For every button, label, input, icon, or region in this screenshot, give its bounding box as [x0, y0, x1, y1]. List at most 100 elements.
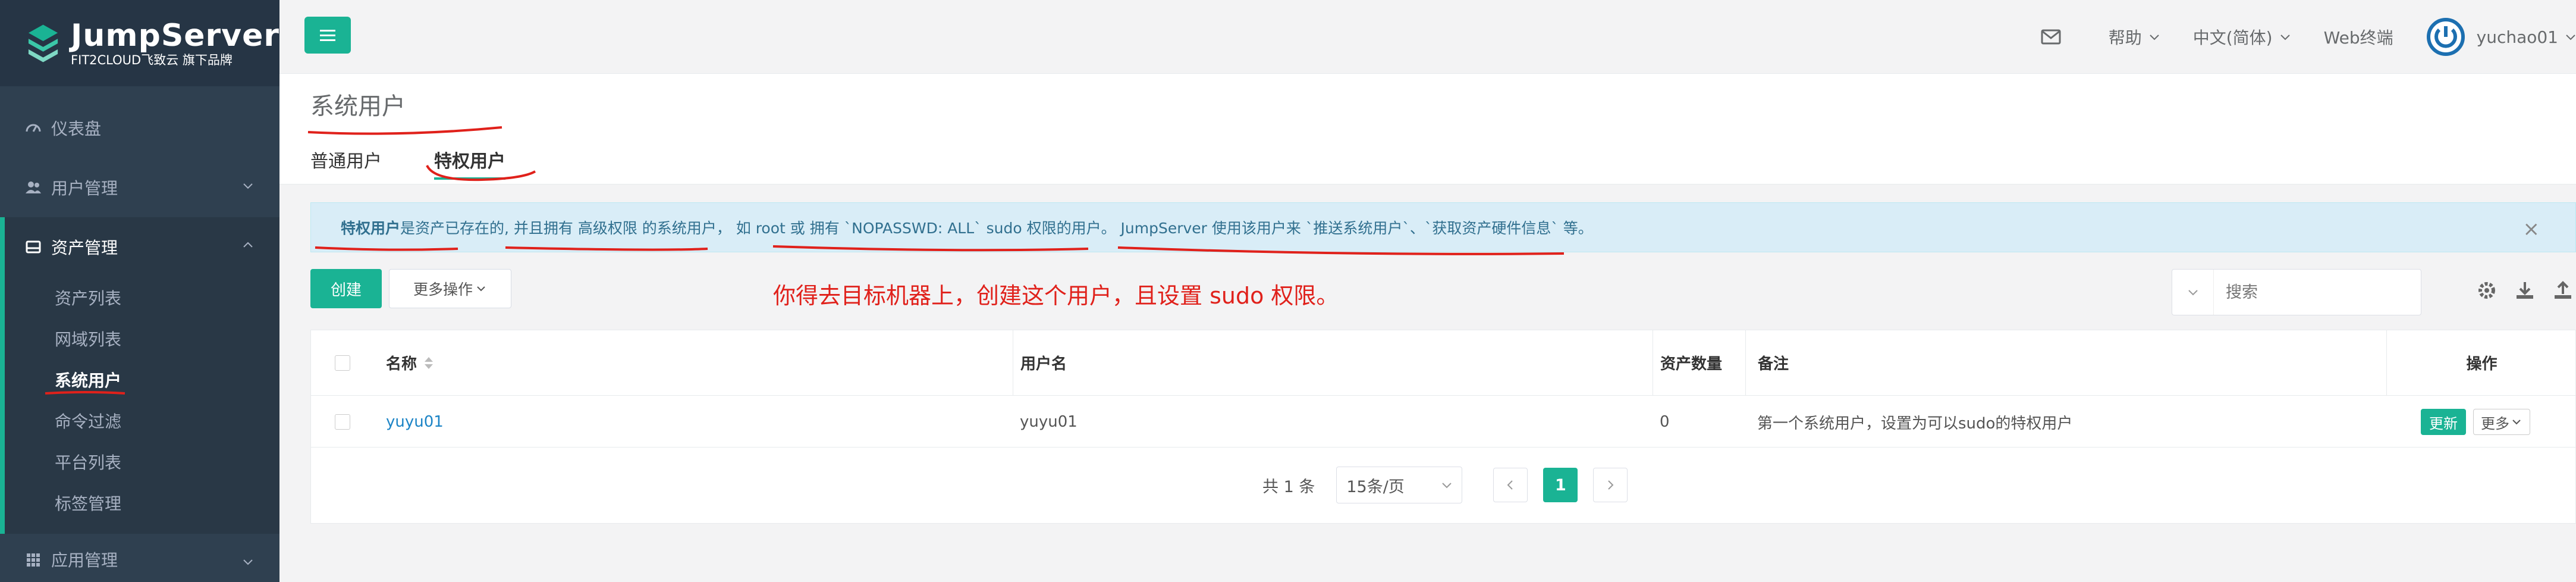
sidebar-item-dashboard[interactable]: 仪表盘	[0, 98, 279, 158]
table-row: yuyu01 yuyu01 0 第一个系统用户，设置为可以sudo的特权用户 更…	[311, 396, 2575, 448]
chevron-down-icon	[2566, 35, 2575, 40]
row-checkbox[interactable]	[335, 414, 350, 430]
total-count: 共 1 条	[1262, 477, 1315, 496]
alert-bold-prefix: 特权用户	[341, 220, 401, 237]
row-asset-count: 0	[1660, 413, 1670, 431]
hamburger-icon	[320, 30, 335, 41]
download-icon	[2517, 282, 2533, 299]
settings-button[interactable]	[2475, 279, 2499, 302]
sidebar-item-apps[interactable]: 应用管理	[0, 534, 279, 582]
avatar	[2426, 18, 2465, 56]
column-header-name[interactable]: 名称	[386, 330, 436, 395]
sidebar-item-label: 仪表盘	[51, 119, 102, 139]
sidebar-item-users[interactable]: 用户管理	[0, 158, 279, 217]
row-checkbox-cell	[335, 396, 350, 448]
chevron-down-icon	[477, 286, 485, 292]
sidebar-item-assets[interactable]: 资产管理	[5, 217, 279, 277]
search-filter-dropdown[interactable]	[2172, 270, 2214, 315]
chevron-right-icon	[1608, 480, 1614, 490]
chevron-down-icon	[2150, 35, 2159, 40]
sidebar-item-command-filter[interactable]: 命令过滤	[5, 400, 279, 441]
row-more-label: 更多	[2481, 415, 2509, 432]
more-actions-dropdown[interactable]: 更多操作	[389, 269, 511, 308]
pagination-controls: 共 1 条 15条/页 1	[1262, 467, 1628, 503]
chevron-up-icon	[243, 242, 253, 248]
sidebar-item-domain-list[interactable]: 网域列表	[5, 318, 279, 359]
sidebar-item-asset-list[interactable]: 资产列表	[5, 277, 279, 318]
alert-text: 是资产已存在的, 并且拥有 高级权限 的系统用户， 如 root 或 拥有 `N…	[400, 220, 1593, 237]
system-users-table: 名称 用户名 资产数量 备注 操作 yuyu01 yuyu01 0 第一个系统用…	[310, 330, 2576, 448]
help-dropdown[interactable]: 帮助	[2109, 25, 2160, 49]
grid-icon	[27, 553, 40, 567]
app-shell: JumpServer FIT2CLOUD飞致云 旗下品牌 仪表盘 用户管理 资产…	[0, 0, 2576, 582]
logo-subtitle: FIT2CLOUD飞致云 旗下品牌	[71, 52, 233, 67]
page-1-button[interactable]: 1	[1543, 468, 1578, 502]
column-header-asset-count: 资产数量	[1653, 330, 1722, 395]
import-button[interactable]	[2551, 279, 2575, 302]
logo-title: JumpServer	[71, 17, 279, 54]
select-all-checkbox-cell	[335, 330, 350, 395]
chevron-down-icon	[2188, 290, 2198, 296]
sort-icon	[425, 356, 433, 369]
users-icon	[26, 182, 41, 193]
table-header-row: 名称 用户名 资产数量 备注 操作	[311, 330, 2575, 396]
row-comment: 第一个系统用户，设置为可以sudo的特权用户	[1757, 414, 2073, 433]
red-underline-annotation	[315, 245, 1565, 255]
logo[interactable]: JumpServer FIT2CLOUD飞致云 旗下品牌	[0, 0, 279, 86]
sidebar-item-label: 应用管理	[51, 550, 118, 570]
prev-page-button[interactable]	[1493, 468, 1528, 502]
column-header-username: 用户名	[1013, 330, 1067, 395]
web-terminal-label: Web终端	[2323, 28, 2393, 48]
top-navbar: 帮助 中文(简体) Web终端 yuchao01	[279, 0, 2576, 74]
sidebar-toggle-button[interactable]	[304, 17, 351, 54]
close-icon[interactable]: ×	[2523, 217, 2540, 241]
sidebar: JumpServer FIT2CLOUD飞致云 旗下品牌 仪表盘 用户管理 资产…	[0, 0, 279, 582]
search-input[interactable]	[2214, 282, 2410, 302]
pagination: 共 1 条 15条/页 1	[310, 448, 2576, 524]
create-button[interactable]: 创建	[310, 269, 382, 308]
sidebar-item-label: 用户管理	[51, 179, 118, 198]
column-header-label: 名称	[386, 355, 417, 373]
chevron-down-icon	[243, 183, 253, 189]
row-name-link[interactable]: yuyu01	[386, 396, 444, 448]
language-dropdown[interactable]: 中文(简体)	[2193, 25, 2291, 49]
page-size-select[interactable]: 15条/页	[1336, 467, 1463, 503]
select-all-checkbox[interactable]	[335, 355, 350, 371]
next-page-button[interactable]	[1593, 468, 1628, 502]
annotation-note: 你得去目标机器上，创建这个用户，且设置 sudo 权限。	[773, 283, 1339, 309]
chevron-left-icon	[1507, 480, 1513, 490]
sidebar-item-label: 资产管理	[51, 238, 118, 258]
table-tools	[2475, 279, 2576, 302]
username: yuchao01	[2476, 27, 2558, 47]
logo-text: JumpServer FIT2CLOUD飞致云 旗下品牌	[71, 19, 279, 68]
chevron-down-icon	[2280, 35, 2290, 40]
more-actions-label: 更多操作	[413, 281, 473, 298]
sidebar-item-system-users[interactable]: 系统用户	[5, 359, 279, 400]
chevron-down-icon	[1442, 483, 1452, 489]
column-header-actions: 操作	[2386, 330, 2576, 395]
toolbar: 创建 更多操作 你得去目标机器上，创建这个用户，且设置 sudo 权限。	[310, 269, 2576, 315]
tab-normal-users[interactable]: 普通用户	[310, 146, 382, 173]
update-button[interactable]: 更新	[2421, 409, 2466, 435]
red-underline-annotation	[45, 391, 125, 395]
help-label: 帮助	[2108, 28, 2142, 48]
chevron-down-icon	[2512, 420, 2521, 425]
row-actions: 更新 更多	[2421, 396, 2530, 448]
dashboard-icon	[26, 124, 41, 132]
gear-icon	[2478, 282, 2495, 299]
sidebar-item-platform-list[interactable]: 平台列表	[5, 441, 279, 482]
assets-submenu: 资产列表 网域列表 系统用户 命令过滤 平台列表 标签管理	[5, 277, 279, 534]
chevron-down-icon	[243, 559, 253, 565]
upload-icon	[2555, 281, 2571, 299]
user-dropdown[interactable]: yuchao01	[2426, 18, 2576, 56]
export-button[interactable]	[2513, 279, 2537, 302]
messages-button[interactable]	[2041, 29, 2061, 45]
sidebar-item-label-management[interactable]: 标签管理	[5, 482, 279, 523]
page-heading: 系统用户 普通用户 特权用户	[279, 74, 2576, 184]
row-more-dropdown[interactable]: 更多	[2473, 409, 2530, 435]
column-header-comment: 备注	[1745, 330, 1789, 395]
top-right-menu: 帮助 中文(简体) Web终端 yuchao01	[2041, 0, 2576, 74]
main-content: 特权用户 是资产已存在的, 并且拥有 高级权限 的系统用户， 如 root 或 …	[279, 184, 2576, 582]
sidebar-group-assets: 资产管理 资产列表 网域列表 系统用户 命令过滤 平台列表 标签管理	[0, 217, 279, 534]
web-terminal-link[interactable]: Web终端	[2324, 25, 2393, 49]
